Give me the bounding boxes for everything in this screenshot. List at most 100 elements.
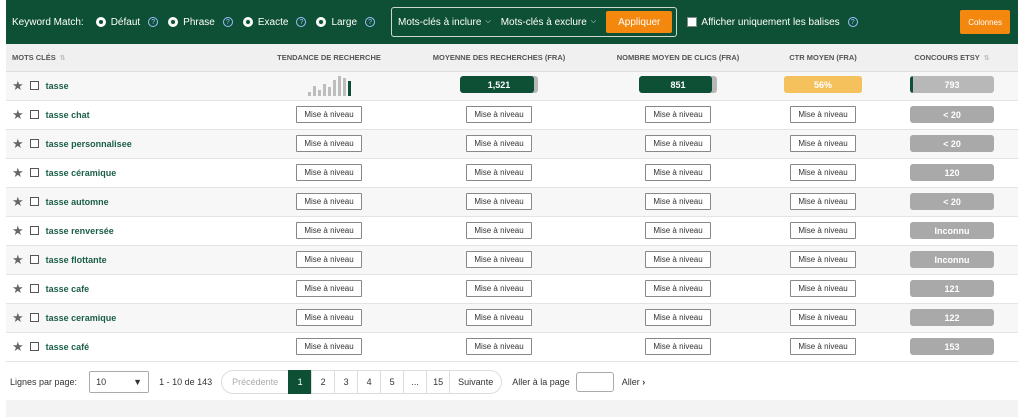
star-icon[interactable]: ★ <box>12 137 24 150</box>
upgrade-button[interactable]: Mise à niveau <box>645 309 711 326</box>
row-checkbox[interactable] <box>29 313 39 322</box>
page-button[interactable]: 2 <box>311 370 336 394</box>
upgrade-button[interactable]: Mise à niveau <box>466 222 532 239</box>
upgrade-button[interactable]: Mise à niveau <box>296 164 362 181</box>
upgrade-button[interactable]: Mise à niveau <box>466 338 532 355</box>
rows-per-page-select[interactable]: 10 ▼ <box>89 371 150 393</box>
upgrade-button[interactable]: Mise à niveau <box>790 222 856 239</box>
upgrade-button[interactable]: Mise à niveau <box>645 280 711 297</box>
star-icon[interactable]: ★ <box>12 166 24 179</box>
radio-icon[interactable] <box>316 17 327 27</box>
upgrade-button[interactable]: Mise à niveau <box>296 338 362 355</box>
star-icon[interactable]: ★ <box>12 108 24 121</box>
upgrade-button[interactable]: Mise à niveau <box>645 193 711 210</box>
upgrade-button[interactable]: Mise à niveau <box>296 193 362 210</box>
include-keywords-dropdown[interactable]: Mots-clés à inclure ⌵ <box>398 17 491 28</box>
sort-icon[interactable]: ⇅ <box>60 55 66 62</box>
upgrade-button[interactable]: Mise à niveau <box>296 106 362 123</box>
previous-page-button[interactable]: Précédente <box>221 370 290 394</box>
row-checkbox[interactable] <box>29 139 39 148</box>
match-option-default[interactable]: Défaut ? <box>95 17 159 28</box>
keyword-link[interactable]: tasse personnalisee <box>46 139 132 149</box>
page-button[interactable]: 15 <box>426 370 451 394</box>
star-icon[interactable]: ★ <box>12 311 24 324</box>
column-header-avg-searches[interactable]: MOYENNE DES RECHERCHES (FRA) <box>402 44 596 72</box>
star-icon[interactable]: ★ <box>12 79 24 92</box>
tags-only-checkbox[interactable] <box>687 17 698 27</box>
column-header-keywords[interactable]: MOTS CLÉS ⇅ <box>6 44 256 72</box>
keyword-link[interactable]: tasse flottante <box>46 255 107 265</box>
upgrade-button[interactable]: Mise à niveau <box>466 193 532 210</box>
upgrade-button[interactable]: Mise à niveau <box>466 280 532 297</box>
radio-icon[interactable] <box>168 17 179 27</box>
match-option-phrase[interactable]: Phrase ? <box>168 17 233 28</box>
upgrade-button[interactable]: Mise à niveau <box>790 338 856 355</box>
upgrade-button[interactable]: Mise à niveau <box>790 135 856 152</box>
star-icon[interactable]: ★ <box>12 195 24 208</box>
row-checkbox[interactable] <box>29 226 39 235</box>
radio-icon[interactable] <box>95 17 106 27</box>
upgrade-button[interactable]: Mise à niveau <box>645 222 711 239</box>
upgrade-button[interactable]: Mise à niveau <box>790 164 856 181</box>
keyword-link[interactable]: tasse cafe <box>46 284 90 294</box>
exclude-keywords-dropdown[interactable]: Mots-clés à exclure ⌵ <box>501 17 596 28</box>
upgrade-button[interactable]: Mise à niveau <box>466 106 532 123</box>
radio-icon[interactable] <box>242 17 253 27</box>
upgrade-button[interactable]: Mise à niveau <box>296 222 362 239</box>
page-button[interactable]: 3 <box>334 370 359 394</box>
row-checkbox[interactable] <box>29 81 39 90</box>
upgrade-button[interactable]: Mise à niveau <box>790 251 856 268</box>
upgrade-button[interactable]: Mise à niveau <box>645 338 711 355</box>
column-header-competition[interactable]: CONCOURS ETSY ⇅ <box>886 44 1018 72</box>
help-icon[interactable]: ? <box>296 17 307 27</box>
upgrade-button[interactable]: Mise à niveau <box>790 193 856 210</box>
goto-page-input[interactable] <box>575 372 614 392</box>
star-icon[interactable]: ★ <box>12 253 24 266</box>
page-button[interactable]: 5 <box>380 370 405 394</box>
keyword-link[interactable]: tasse <box>46 81 69 91</box>
keyword-link[interactable]: tasse renversée <box>46 226 114 236</box>
column-header-avg-clicks[interactable]: NOMBRE MOYEN DE CLICS (FRA) <box>596 44 760 72</box>
next-page-button[interactable]: Suivante <box>449 370 503 394</box>
row-checkbox[interactable] <box>29 255 39 264</box>
row-checkbox[interactable] <box>29 110 39 119</box>
upgrade-button[interactable]: Mise à niveau <box>466 164 532 181</box>
keyword-link[interactable]: tasse café <box>46 342 90 352</box>
columns-button[interactable]: Colonnes <box>960 10 1010 34</box>
help-icon[interactable]: ? <box>148 17 159 27</box>
row-checkbox[interactable] <box>29 284 39 293</box>
page-button[interactable]: 1 <box>288 370 313 394</box>
keyword-link[interactable]: tasse céramique <box>46 168 117 178</box>
upgrade-button[interactable]: Mise à niveau <box>466 251 532 268</box>
page-button[interactable]: 4 <box>357 370 382 394</box>
star-icon[interactable]: ★ <box>12 224 24 237</box>
upgrade-button[interactable]: Mise à niveau <box>296 135 362 152</box>
match-option-exact[interactable]: Exacte ? <box>242 17 307 28</box>
upgrade-button[interactable]: Mise à niveau <box>645 251 711 268</box>
match-option-broad[interactable]: Large ? <box>316 17 376 28</box>
upgrade-button[interactable]: Mise à niveau <box>790 309 856 326</box>
star-icon[interactable]: ★ <box>12 340 24 353</box>
star-icon[interactable]: ★ <box>12 282 24 295</box>
apply-button[interactable]: Appliquer <box>606 11 673 33</box>
upgrade-button[interactable]: Mise à niveau <box>645 106 711 123</box>
keyword-link[interactable]: tasse chat <box>46 110 90 120</box>
help-icon[interactable]: ? <box>222 17 233 27</box>
go-button[interactable]: Aller › <box>622 377 646 387</box>
upgrade-button[interactable]: Mise à niveau <box>790 106 856 123</box>
upgrade-button[interactable]: Mise à niveau <box>466 309 532 326</box>
upgrade-button[interactable]: Mise à niveau <box>790 280 856 297</box>
upgrade-button[interactable]: Mise à niveau <box>296 280 362 297</box>
row-checkbox[interactable] <box>29 342 39 351</box>
keyword-link[interactable]: tasse automne <box>46 197 109 207</box>
upgrade-button[interactable]: Mise à niveau <box>296 309 362 326</box>
upgrade-button[interactable]: Mise à niveau <box>645 135 711 152</box>
keyword-link[interactable]: tasse ceramique <box>46 313 117 323</box>
help-icon[interactable]: ? <box>365 17 376 27</box>
help-icon[interactable]: ? <box>847 17 858 27</box>
sort-icon[interactable]: ⇅ <box>984 55 990 62</box>
column-header-ctr[interactable]: CTR MOYEN (FRA) <box>760 44 886 72</box>
row-checkbox[interactable] <box>29 197 39 206</box>
row-checkbox[interactable] <box>29 168 39 177</box>
upgrade-button[interactable]: Mise à niveau <box>296 251 362 268</box>
